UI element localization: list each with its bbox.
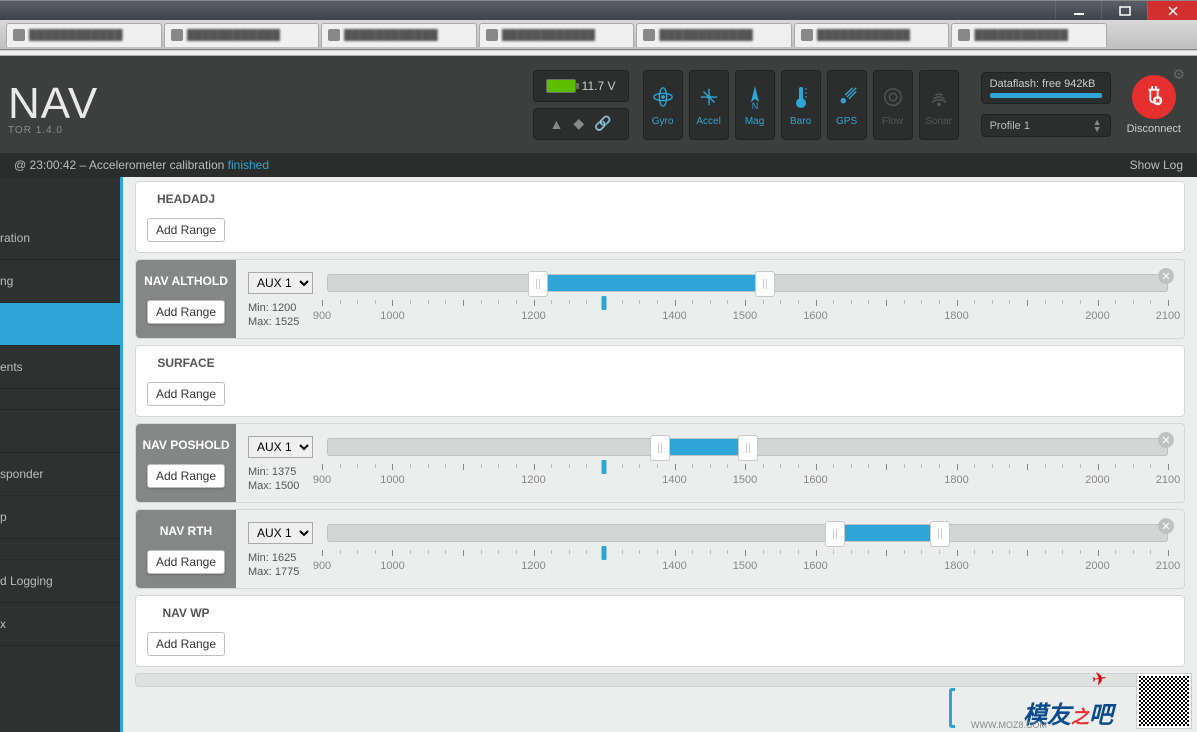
baro-icon: [789, 82, 813, 112]
warning-icon: ▲: [550, 116, 564, 132]
gps-icon: [835, 82, 859, 112]
status-message: @ 23:00:42 – Accelerometer calibration f…: [14, 158, 269, 172]
add-range-button[interactable]: Add Range: [147, 632, 225, 656]
sidebar-item-7[interactable]: d Logging: [0, 559, 120, 603]
delete-range-button[interactable]: ✕: [1158, 518, 1174, 534]
sonar-icon: [927, 82, 951, 112]
airplane-icon: ✈: [1091, 668, 1109, 691]
window-minimize-button[interactable]: [1055, 1, 1101, 20]
delete-range-button[interactable]: ✕: [1158, 268, 1174, 284]
add-range-button[interactable]: Add Range: [147, 218, 225, 242]
channel-marker: [601, 460, 606, 474]
delete-range-button[interactable]: ✕: [1158, 432, 1174, 448]
battery-indicator: 11.7 V: [533, 70, 629, 102]
browser-tab[interactable]: ████████████: [794, 23, 950, 47]
scale-ruler: 90010001200140015001600180020002100: [322, 464, 1168, 494]
watermark-bracket: [949, 688, 955, 728]
aux-select[interactable]: AUX 1: [248, 436, 313, 458]
sidebar-item-5[interactable]: sponder: [0, 453, 120, 496]
mode-name: NAV ALTHOLD: [144, 274, 228, 288]
battery-voltage: 11.7 V: [582, 79, 616, 93]
mode-block-nav-rth: NAV RTH Add Range AUX 1 Min: 1625Max: 1775 9…: [135, 509, 1185, 589]
sidebar-item-6[interactable]: p: [0, 496, 120, 539]
slider-handle-max[interactable]: [738, 435, 758, 461]
flow-icon: [881, 82, 905, 112]
gyro-icon: [651, 82, 675, 112]
slider-handle-min[interactable]: [528, 271, 548, 297]
sensor-gps[interactable]: GPS: [827, 70, 867, 140]
mode-block-nav-poshold: NAV POSHOLD Add Range AUX 1 Min: 1375Max: 1…: [135, 423, 1185, 503]
slider-handle-max[interactable]: [930, 521, 950, 547]
sidebar-item-1[interactable]: ng: [0, 260, 120, 303]
qr-code: [1137, 674, 1191, 728]
sidebar-item-8[interactable]: x: [0, 603, 120, 646]
show-log-link[interactable]: Show Log: [1130, 158, 1183, 172]
mode-name: NAV WP: [162, 606, 209, 620]
slider-handle-max[interactable]: [755, 271, 775, 297]
disconnect-button[interactable]: [1132, 75, 1176, 119]
browser-tab[interactable]: ████████████: [321, 23, 477, 47]
sidebar-item-2[interactable]: [0, 303, 120, 346]
add-range-button[interactable]: Add Range: [147, 464, 225, 488]
browser-tab-strip: ████████████ ████████████ ████████████ █…: [0, 20, 1197, 50]
add-range-button[interactable]: Add Range: [147, 300, 225, 324]
mode-name: HEADADJ: [157, 192, 215, 206]
add-range-button[interactable]: Add Range: [147, 382, 225, 406]
sidebar-item-4[interactable]: [0, 409, 120, 453]
browser-tab[interactable]: ████████████: [636, 23, 792, 47]
mode-name: NAV RTH: [160, 524, 212, 538]
window-maximize-button[interactable]: [1101, 1, 1147, 20]
channel-marker: [601, 546, 606, 560]
browser-tab[interactable]: ████████████: [479, 23, 635, 47]
svg-text:N: N: [751, 101, 758, 110]
sensor-gyro[interactable]: Gyro: [643, 70, 683, 140]
app-title: NAV: [8, 79, 98, 129]
mag-icon: N: [743, 82, 767, 112]
range-minmax: Min: 1625Max: 1775: [248, 551, 308, 580]
collapsed-block: [135, 673, 1185, 687]
sensor-sonar[interactable]: Sonar: [919, 70, 959, 140]
range-slider[interactable]: [327, 438, 1168, 456]
window-close-button[interactable]: [1147, 1, 1197, 20]
mode-block-headadj: HEADADJ Add Range: [135, 181, 1185, 253]
range-slider[interactable]: [327, 524, 1168, 542]
browser-tab[interactable]: ████████████: [6, 23, 162, 47]
mode-block-nav-wp: NAV WP Add Range: [135, 595, 1185, 667]
mode-block-nav-althold: NAV ALTHOLD Add Range AUX 1 Min: 1200Max: 1…: [135, 259, 1185, 339]
add-range-button[interactable]: Add Range: [147, 550, 225, 574]
accel-icon: [697, 82, 721, 112]
aux-select[interactable]: AUX 1: [248, 272, 313, 294]
sidebar-item-0[interactable]: ration: [0, 217, 120, 260]
slider-handle-min[interactable]: [825, 521, 845, 547]
browser-tab[interactable]: ████████████: [951, 23, 1107, 47]
settings-gear-icon[interactable]: ⚙: [1172, 66, 1185, 83]
mode-name: SURFACE: [157, 356, 214, 370]
watermark-url: WWW.MOZ8.COM: [971, 720, 1047, 730]
channel-marker: [601, 296, 606, 310]
sidebar-item-3[interactable]: ents: [0, 346, 120, 389]
mode-name: NAV POSHOLD: [142, 438, 229, 452]
slider-handle-min[interactable]: [650, 435, 670, 461]
scale-ruler: 90010001200140015001600180020002100: [322, 300, 1168, 330]
sensor-flow[interactable]: Flow: [873, 70, 913, 140]
profile-select[interactable]: Profile 1 ▲▼: [981, 114, 1111, 137]
range-slider[interactable]: [327, 274, 1168, 292]
disconnect-label: Disconnect: [1127, 123, 1181, 135]
range-minmax: Min: 1375Max: 1500: [248, 465, 308, 494]
link-icon: 🔗: [594, 115, 611, 132]
scale-ruler: 90010001200140015001600180020002100: [322, 550, 1168, 580]
sensor-baro[interactable]: Baro: [781, 70, 821, 140]
diamond-icon: ◆: [573, 115, 584, 132]
range-minmax: Min: 1200Max: 1525: [248, 301, 308, 330]
aux-select[interactable]: AUX 1: [248, 522, 313, 544]
dataflash-indicator[interactable]: Dataflash: free 942kB: [981, 72, 1111, 104]
browser-tab[interactable]: ████████████: [164, 23, 320, 47]
sensor-accel[interactable]: Accel: [689, 70, 729, 140]
sensor-mag[interactable]: NMag: [735, 70, 775, 140]
mode-block-surface: SURFACE Add Range: [135, 345, 1185, 417]
